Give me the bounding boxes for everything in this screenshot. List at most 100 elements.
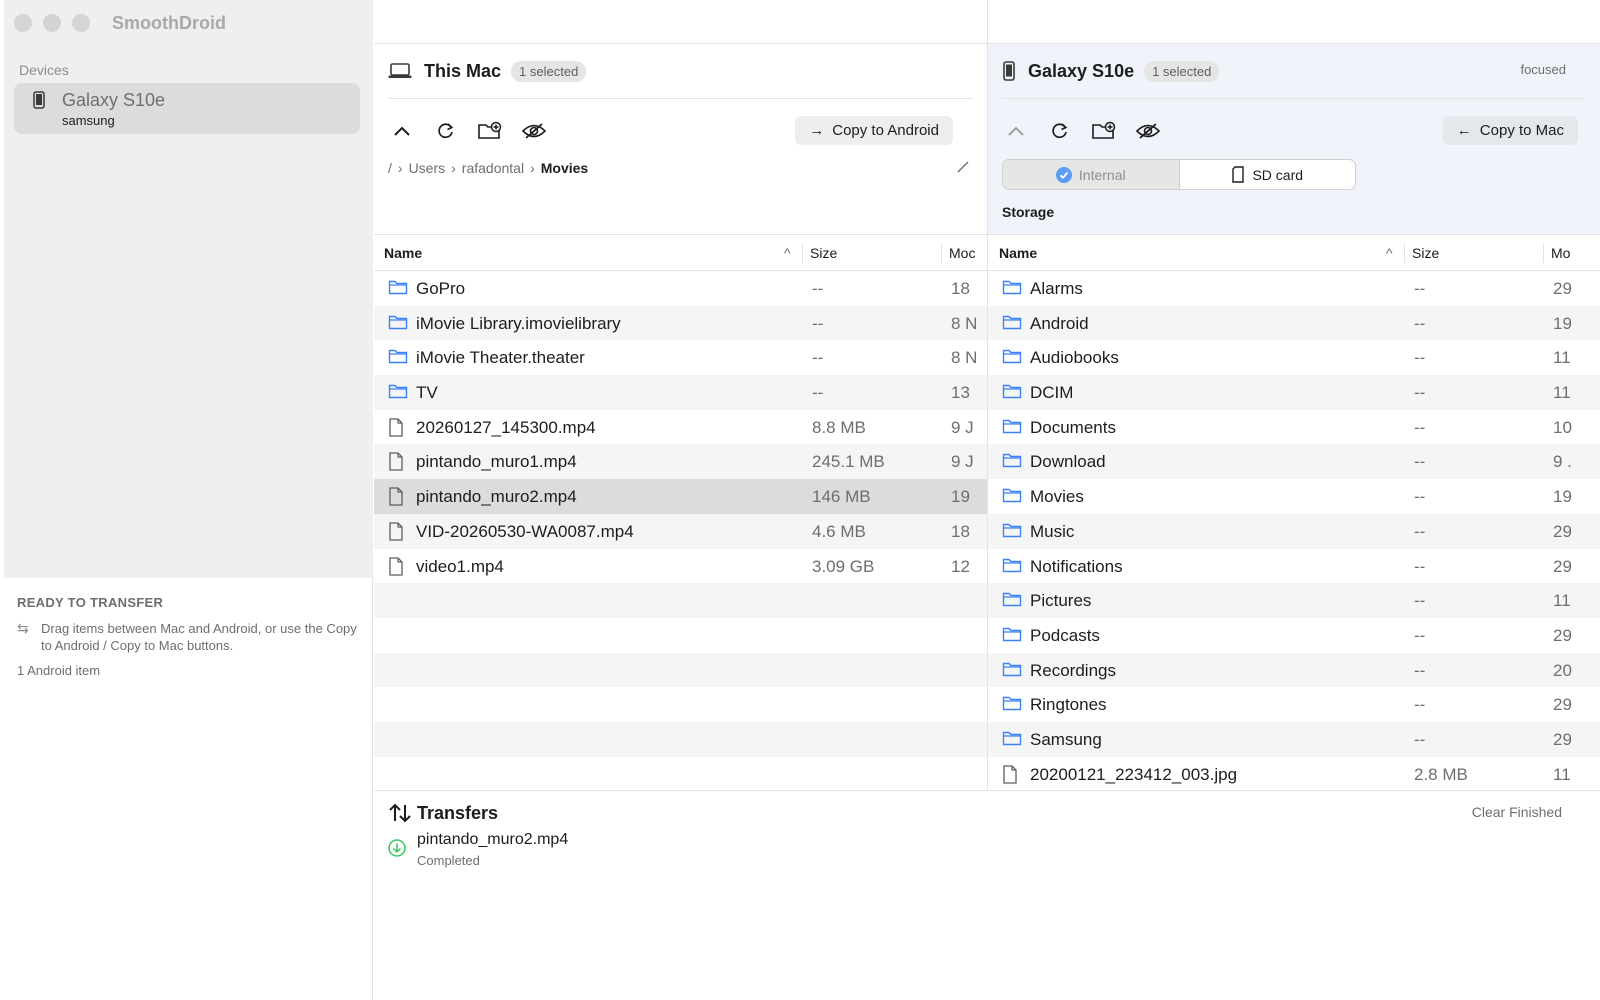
new-folder-button[interactable] <box>1090 118 1118 144</box>
sort-ascending-icon[interactable]: ^ <box>1386 245 1393 261</box>
folder-icon <box>1002 348 1022 369</box>
android-pane-title-row: Galaxy S10e 1 selected <box>1002 56 1220 86</box>
sort-ascending-icon[interactable]: ^ <box>784 245 791 261</box>
refresh-button[interactable] <box>432 118 460 144</box>
breadcrumb-user[interactable]: rafadontal <box>462 160 524 176</box>
table-row[interactable]: VID-20260530-WA0087.mp4 4.6 MB 18 <box>374 513 987 549</box>
file-name: Download <box>1030 452 1106 472</box>
table-row[interactable]: Music -- 29 <box>988 513 1600 549</box>
table-header: Name ^ Size Moc <box>374 234 987 271</box>
file-size: 245.1 MB <box>812 452 885 472</box>
file-size: -- <box>1414 729 1426 749</box>
table-row[interactable]: Ringtones -- 29 <box>988 687 1600 722</box>
parent-folder-button[interactable] <box>388 118 416 144</box>
name-column-header[interactable]: Name <box>999 245 1037 261</box>
chevron-up-icon <box>394 126 410 136</box>
table-row[interactable]: DCIM -- 11 <box>988 375 1600 410</box>
transfers-title: Transfers <box>417 803 499 823</box>
table-row[interactable]: Recordings -- 20 <box>988 652 1600 688</box>
clear-finished-button[interactable]: Clear Finished <box>1472 804 1562 820</box>
table-row[interactable]: iMovie Library.imovielibrary -- 8 N <box>374 305 987 341</box>
table-row[interactable]: Movies -- 19 <box>988 479 1600 514</box>
table-row[interactable]: Audiobooks -- 11 <box>988 340 1600 375</box>
table-row[interactable]: Samsung -- 29 <box>988 721 1600 757</box>
refresh-icon <box>438 123 454 139</box>
table-row[interactable]: 20200121_223412_003.jpg 2.8 MB 11 <box>988 757 1600 792</box>
table-row[interactable]: pintando_muro2.mp4 146 MB 19 <box>374 479 987 514</box>
table-row[interactable]: GoPro -- 18 <box>374 271 987 306</box>
folder-icon <box>1002 279 1022 300</box>
toggle-hidden-button[interactable] <box>1134 118 1162 144</box>
zoom-window-button[interactable] <box>72 14 90 32</box>
empty-row <box>374 583 987 618</box>
mac-toolbar <box>388 118 548 144</box>
close-window-button[interactable] <box>14 14 32 32</box>
file-modified: 13 <box>951 383 970 403</box>
storage-label: Storage <box>1002 204 1055 220</box>
copy-to-android-button[interactable]: → Copy to Android <box>795 116 953 145</box>
table-row[interactable]: pintando_muro1.mp4 245.1 MB 9 J <box>374 444 987 480</box>
file-modified: 18 <box>951 279 970 298</box>
table-row[interactable]: Documents -- 10 <box>988 410 1600 445</box>
file-size: -- <box>1414 348 1426 368</box>
edit-path-button[interactable] <box>957 160 969 178</box>
breadcrumb-root[interactable]: / <box>388 160 392 176</box>
mac-pane: This Mac 1 selected → Copy to Android / … <box>374 0 987 790</box>
size-column-header[interactable]: Size <box>810 245 837 261</box>
file-name: pintando_muro1.mp4 <box>416 452 577 472</box>
mac-pane-topbar <box>374 0 987 44</box>
file-size: -- <box>1414 279 1426 298</box>
file-icon <box>388 452 404 476</box>
size-column-header[interactable]: Size <box>1412 245 1439 261</box>
file-name: Alarms <box>1030 279 1083 298</box>
table-row[interactable]: Notifications -- 29 <box>988 549 1600 584</box>
file-size: -- <box>1414 452 1426 472</box>
table-row[interactable]: iMovie Theater.theater -- 8 N <box>374 340 987 375</box>
copy-to-mac-button[interactable]: ← Copy to Mac <box>1442 116 1578 145</box>
chevron-up-icon <box>1008 126 1024 136</box>
android-pane-topbar <box>988 0 1600 44</box>
device-brand: samsung <box>62 113 115 128</box>
breadcrumb-users[interactable]: Users <box>409 160 446 176</box>
empty-row <box>374 652 987 688</box>
file-modified: 29 <box>1553 729 1572 749</box>
toggle-hidden-button[interactable] <box>520 118 548 144</box>
file-name: Documents <box>1030 417 1116 437</box>
device-item-galaxy[interactable]: Galaxy S10e samsung <box>14 83 360 134</box>
storage-tab-internal-label: Internal <box>1078 166 1126 183</box>
new-folder-button[interactable] <box>476 118 504 144</box>
mac-file-rows: GoPro -- 18 iMovie Library.imovielibrary -- 8… <box>374 271 987 791</box>
minimize-window-button[interactable] <box>43 14 61 32</box>
pencil-icon <box>957 161 969 173</box>
parent-folder-button[interactable] <box>1002 118 1030 144</box>
table-row[interactable]: 20260127_145300.mp4 8.8 MB 9 J <box>374 410 987 445</box>
table-row[interactable]: Podcasts -- 29 <box>988 618 1600 653</box>
file-size: -- <box>1414 313 1426 333</box>
table-row[interactable]: TV -- 13 <box>374 375 987 410</box>
modified-column-header[interactable]: Mo <box>1551 245 1591 261</box>
folder-icon <box>1002 557 1022 578</box>
column-separator <box>1543 243 1544 263</box>
modified-column-header[interactable]: Moc <box>949 245 987 261</box>
file-modified: 8 N <box>951 348 978 368</box>
file-size: 3.09 GB <box>812 556 875 576</box>
folder-icon <box>1002 695 1022 716</box>
table-row[interactable]: Pictures -- 11 <box>988 583 1600 618</box>
table-row[interactable]: video1.mp4 3.09 GB 12 <box>374 549 987 584</box>
table-row[interactable]: Download -- 9 . <box>988 444 1600 480</box>
refresh-button[interactable] <box>1046 118 1074 144</box>
file-size: -- <box>1414 591 1426 611</box>
android-toolbar <box>1002 118 1162 144</box>
android-file-table: Name ^ Size Mo Alarms -- 29 Android -- 19 Audi… <box>988 234 1600 791</box>
breadcrumb-current[interactable]: Movies <box>541 160 588 176</box>
storage-tab-sdcard[interactable]: SD card <box>1180 160 1356 189</box>
folder-icon <box>1002 383 1022 404</box>
name-column-header[interactable]: Name <box>384 245 422 261</box>
table-row[interactable]: Alarms -- 29 <box>988 271 1600 306</box>
table-row[interactable]: Android -- 19 <box>988 305 1600 341</box>
file-name: Recordings <box>1030 660 1116 680</box>
storage-tab-internal[interactable]: Internal <box>1003 160 1180 189</box>
folder-icon <box>388 383 408 404</box>
folder-icon <box>388 279 408 300</box>
folder-icon <box>1002 418 1022 439</box>
